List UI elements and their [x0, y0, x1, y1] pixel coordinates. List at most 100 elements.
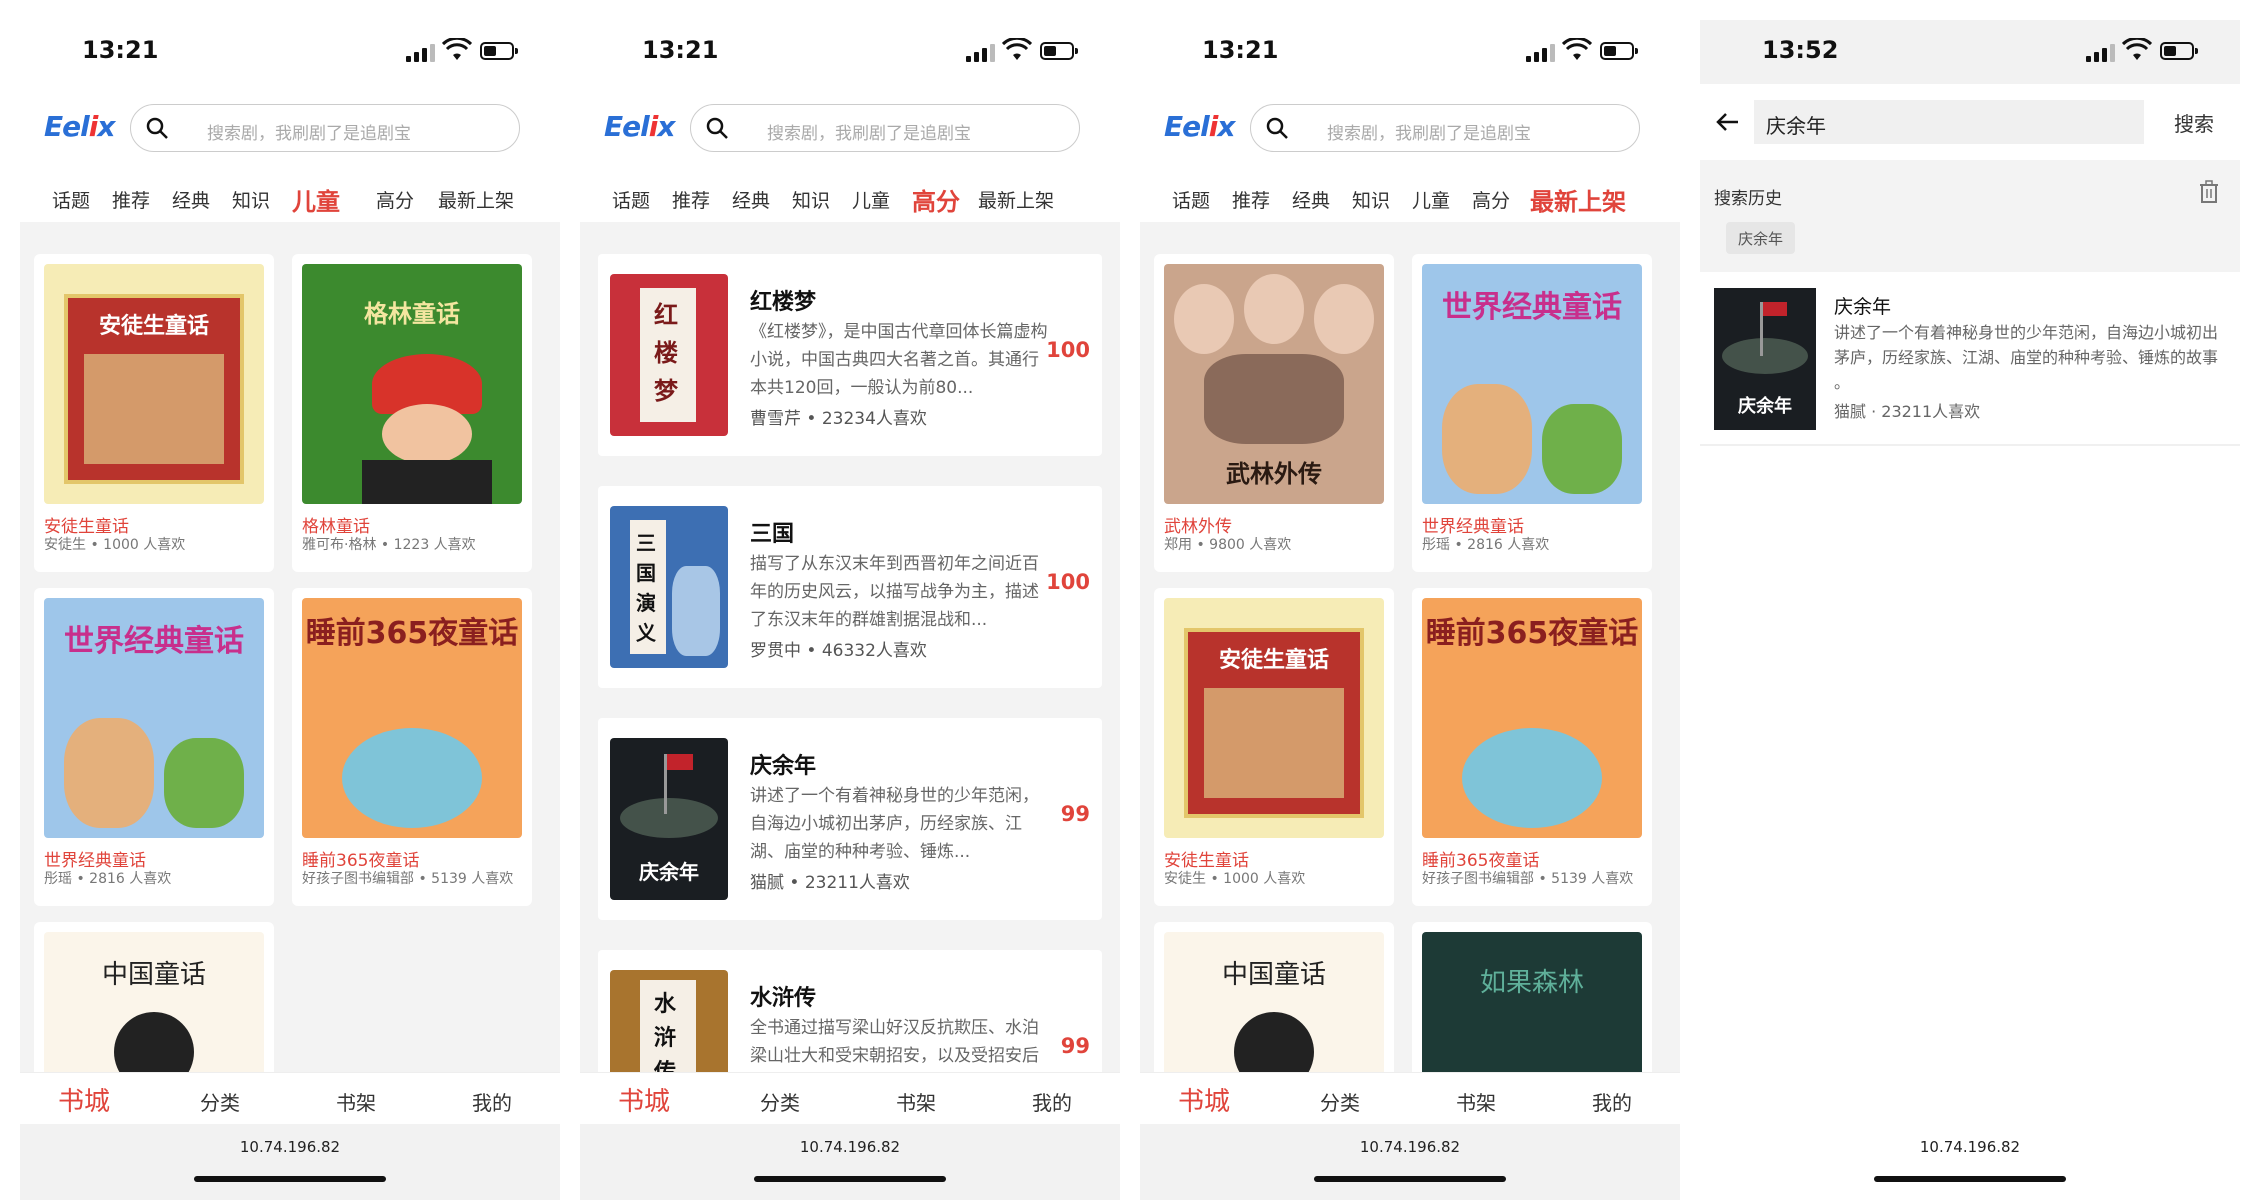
book-card[interactable]: 中国童话: [34, 922, 274, 1072]
book-card[interactable]: 世界经典童话 世界经典童话 彤瑶 • 2816 人喜欢: [1412, 254, 1652, 572]
category-tabs: 话题 推荐 经典 知识 儿童 高分 最新上架: [20, 182, 560, 217]
book-card[interactable]: 格林童话 格林童话 雅可布·格林 • 1223 人喜欢: [292, 254, 532, 572]
book-score: 99: [1060, 1034, 1090, 1058]
book-cover: 中国童话: [44, 932, 264, 1072]
tab-high-score[interactable]: 高分: [912, 182, 960, 217]
header: Eelix 搜索剧，我刷剧了是追剧宝: [20, 100, 560, 156]
search-history-label: 搜索历史: [1714, 189, 1782, 209]
trash-icon[interactable]: [2198, 180, 2220, 204]
search-box[interactable]: 搜索剧，我刷剧了是追剧宝: [690, 104, 1080, 152]
nav-bookstore[interactable]: 书城: [58, 1081, 110, 1118]
book-cover: 红楼梦: [610, 274, 728, 436]
nav-bookshelf[interactable]: 书架: [1456, 1087, 1496, 1116]
tab-high-score[interactable]: 高分: [1472, 186, 1510, 213]
search-result[interactable]: 庆余年 庆余年 讲述了一个有着神秘身世的少年范闲，自海边小城初出茅庐，历经家族、…: [1700, 272, 2240, 446]
search-placeholder: 搜索剧，我刷剧了是追剧宝: [207, 124, 411, 144]
book-meta: 好孩子图书编辑部 • 5139 人喜欢: [302, 871, 514, 887]
book-meta: 猫腻 • 23211人喜欢: [750, 873, 910, 893]
nav-bookstore[interactable]: 书城: [618, 1081, 670, 1118]
nav-mine[interactable]: 我的: [1592, 1087, 1632, 1116]
book-card[interactable]: 世界经典童话 世界经典童话 彤瑶 • 2816 人喜欢: [34, 588, 274, 906]
tab-topic[interactable]: 话题: [1172, 186, 1210, 213]
back-arrow-icon[interactable]: [1712, 106, 1744, 138]
book-card[interactable]: 睡前365夜童话 睡前365夜童话 好孩子图书编辑部 • 5139 人喜欢: [1412, 588, 1652, 906]
search-box[interactable]: 搜索剧，我刷剧了是追剧宝: [130, 104, 520, 152]
nav-bookstore[interactable]: 书城: [1178, 1081, 1230, 1118]
tab-knowledge[interactable]: 知识: [232, 186, 270, 213]
tab-children[interactable]: 儿童: [1412, 186, 1450, 213]
signal-icon: [406, 42, 436, 62]
book-meta: 好孩子图书编辑部 • 5139 人喜欢: [1422, 871, 1634, 887]
book-cover: 三国演义: [610, 506, 728, 668]
screen-high-score: 13:21 Eelix 搜索剧，我刷剧了是追剧宝 话题 推荐 经典 知识 儿童 …: [580, 0, 1120, 1200]
screen-new-releases: 13:21 Eelix 搜索剧，我刷剧了是追剧宝 话题 推荐 经典 知识 儿童 …: [1140, 0, 1680, 1200]
clock: 13:21: [82, 36, 159, 64]
book-card[interactable]: 安徒生童话 安徒生童话 安徒生 • 1000 人喜欢: [34, 254, 274, 572]
book-cover: 庆余年: [610, 738, 728, 900]
bottom-nav: 书城 分类 书架 我的: [580, 1072, 1120, 1124]
app-logo[interactable]: Eelix: [604, 110, 675, 143]
tab-children[interactable]: 儿童: [852, 186, 890, 213]
book-meta: 彤瑶 • 2816 人喜欢: [44, 871, 172, 887]
book-list-item[interactable]: 三国演义 三国 描写了从东汉末年到西晋初年之间近百年的历史风云，以描写战争为主，…: [598, 486, 1102, 688]
book-list-item[interactable]: 红楼梦 红楼梦 《红楼梦》，是中国古代章回体长篇虚构小说，中国古典四大名著之首。…: [598, 254, 1102, 456]
tab-new-releases[interactable]: 最新上架: [978, 186, 1054, 213]
search-icon: [146, 117, 168, 139]
signal-icon: [966, 42, 996, 62]
browser-url-bar[interactable]: 10.74.196.82: [1140, 1124, 1680, 1200]
tab-topic[interactable]: 话题: [52, 186, 90, 213]
search-input[interactable]: 庆余年: [1754, 100, 2144, 144]
book-cover: 格林童话: [302, 264, 522, 504]
browser-url-bar[interactable]: 10.74.196.82: [580, 1124, 1120, 1200]
bottom-nav: 书城 分类 书架 我的: [20, 1072, 560, 1124]
tab-knowledge[interactable]: 知识: [792, 186, 830, 213]
book-meta: 安徒生 • 1000 人喜欢: [44, 537, 186, 553]
search-bar: 庆余年 搜索: [1700, 96, 2240, 148]
app-logo[interactable]: Eelix: [1164, 110, 1235, 143]
search-icon: [706, 117, 728, 139]
history-chip[interactable]: 庆余年: [1726, 222, 1796, 254]
tab-recommend[interactable]: 推荐: [112, 186, 150, 213]
book-meta: 曹雪芹 • 23234人喜欢: [750, 409, 927, 429]
app-logo[interactable]: Eelix: [44, 110, 115, 143]
book-card[interactable]: 安徒生童话 安徒生童话 安徒生 • 1000 人喜欢: [1154, 588, 1394, 906]
book-cover: 中国童话: [1164, 932, 1384, 1072]
nav-category[interactable]: 分类: [200, 1087, 240, 1116]
book-card[interactable]: 中国童话: [1154, 922, 1394, 1072]
nav-mine[interactable]: 我的: [472, 1087, 512, 1116]
search-placeholder: 搜索剧，我刷剧了是追剧宝: [767, 124, 971, 144]
book-meta: 猫腻 · 23211人喜欢: [1834, 402, 1981, 421]
tab-new-releases[interactable]: 最新上架: [438, 186, 514, 213]
tab-topic[interactable]: 话题: [612, 186, 650, 213]
tab-classic[interactable]: 经典: [732, 186, 770, 213]
book-card[interactable]: 睡前365夜童话 睡前365夜童话 好孩子图书编辑部 • 5139 人喜欢: [292, 588, 532, 906]
bottom-nav: 书城 分类 书架 我的: [1140, 1072, 1680, 1124]
browser-url-bar[interactable]: 10.74.196.82: [1700, 1124, 2240, 1200]
category-tabs: 话题 推荐 经典 知识 儿童 高分 最新上架: [1140, 182, 1680, 217]
home-indicator: [1874, 1176, 2066, 1182]
search-button[interactable]: 搜索: [2174, 108, 2214, 137]
tab-classic[interactable]: 经典: [1292, 186, 1330, 213]
search-box[interactable]: 搜索剧，我刷剧了是追剧宝: [1250, 104, 1640, 152]
tab-new-releases[interactable]: 最新上架: [1530, 182, 1626, 217]
book-cover: 水浒传: [610, 970, 728, 1072]
book-card[interactable]: 武林外传 武林外传 郑用 • 9800 人喜欢: [1154, 254, 1394, 572]
browser-url-bar[interactable]: 10.74.196.82: [20, 1124, 560, 1200]
tab-children[interactable]: 儿童: [292, 182, 340, 217]
book-title: 三国: [750, 522, 795, 547]
book-score: 100: [1046, 338, 1090, 362]
tab-high-score[interactable]: 高分: [376, 186, 414, 213]
url-text: 10.74.196.82: [1359, 1138, 1461, 1156]
nav-category[interactable]: 分类: [1320, 1087, 1360, 1116]
tab-knowledge[interactable]: 知识: [1352, 186, 1390, 213]
tab-classic[interactable]: 经典: [172, 186, 210, 213]
book-list-item[interactable]: 水浒传 水浒传 全书通过描写梁山好汉反抗欺压、水泊梁山壮大和受宋朝招安，以及受招…: [598, 950, 1102, 1072]
nav-category[interactable]: 分类: [760, 1087, 800, 1116]
nav-bookshelf[interactable]: 书架: [896, 1087, 936, 1116]
nav-bookshelf[interactable]: 书架: [336, 1087, 376, 1116]
book-card[interactable]: 如果森林: [1412, 922, 1652, 1072]
book-list-item[interactable]: 庆余年 庆余年 讲述了一个有着神秘身世的少年范闲，自海边小城初出茅庐，历经家族、…: [598, 718, 1102, 920]
tab-recommend[interactable]: 推荐: [672, 186, 710, 213]
nav-mine[interactable]: 我的: [1032, 1087, 1072, 1116]
tab-recommend[interactable]: 推荐: [1232, 186, 1270, 213]
